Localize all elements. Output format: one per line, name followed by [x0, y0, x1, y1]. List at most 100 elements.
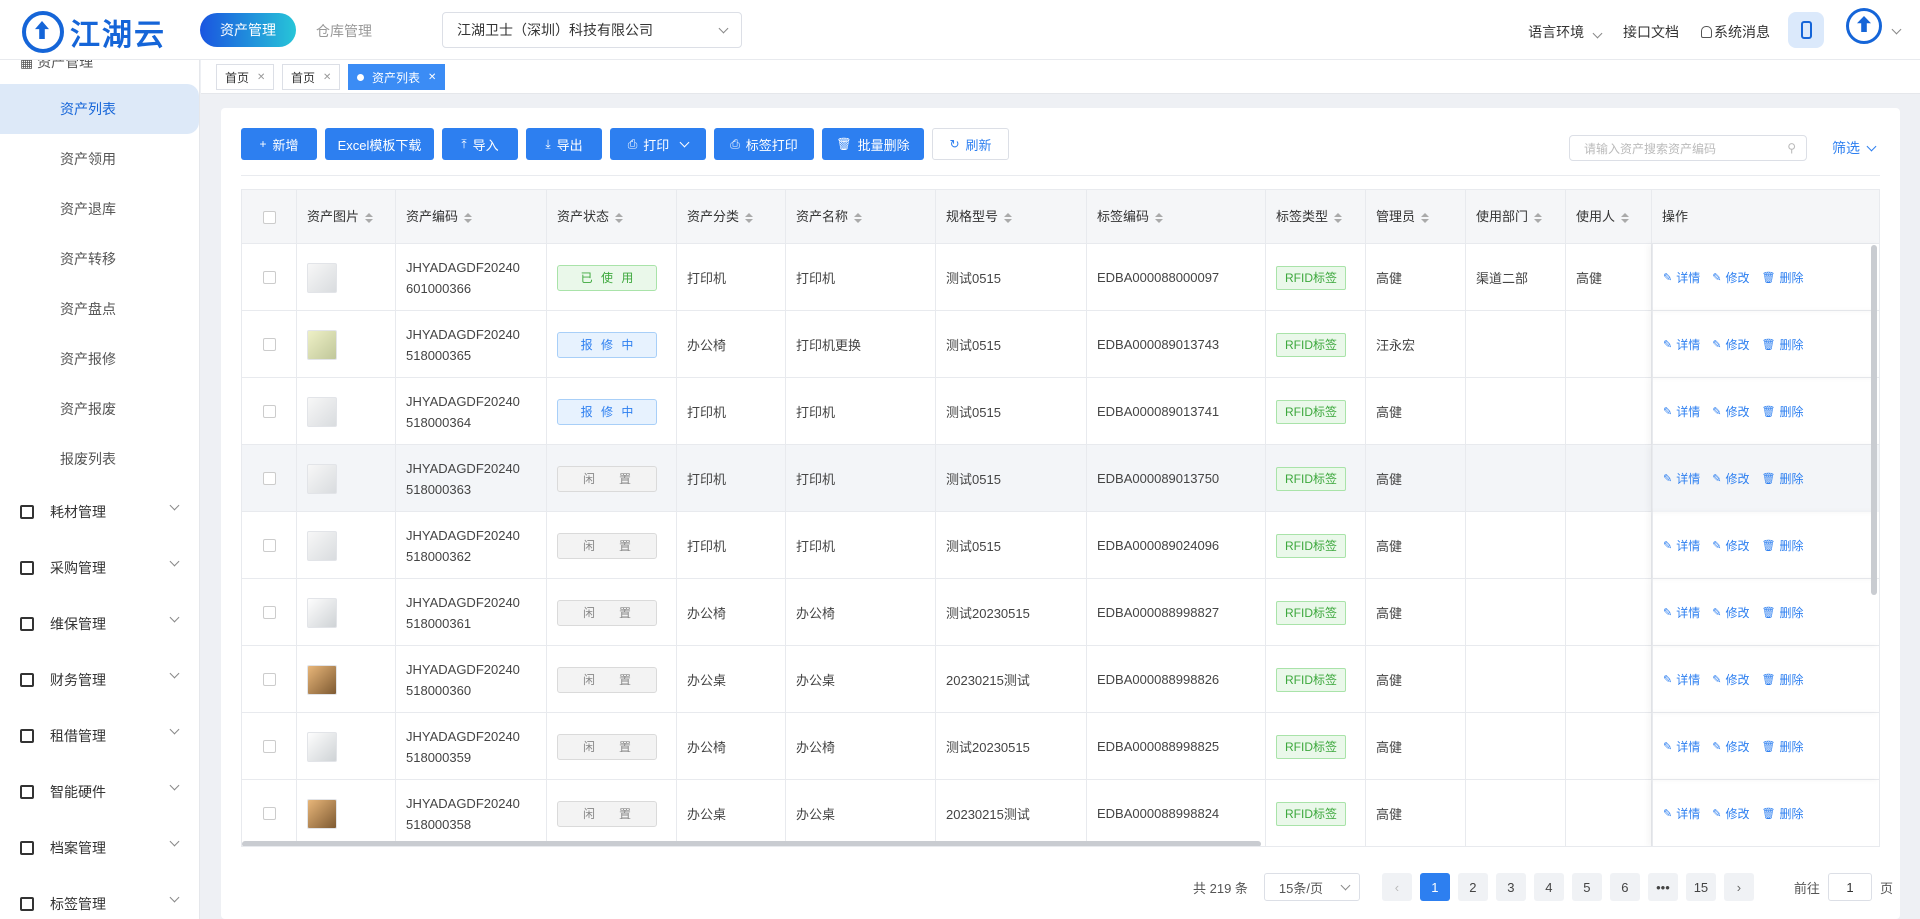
asset-thumbnail[interactable]	[307, 731, 337, 762]
sidebar-group-smart-hardware[interactable]: 智能硬件	[0, 764, 199, 820]
sidebar-item-asset-return[interactable]: 资产退库	[0, 184, 199, 234]
col-header-name[interactable]: 资产名称	[786, 190, 936, 244]
table-row[interactable]: JHYADAGDF20240 518000358 闲置 办公桌 办公桌 20230215…	[242, 780, 1879, 846]
next-page-button[interactable]: ›	[1723, 873, 1754, 901]
table-row[interactable]: JHYADAGDF20240 518000359 闲置 办公椅 办公椅 测试202305…	[242, 713, 1879, 780]
prev-page-button[interactable]: ‹	[1381, 873, 1412, 901]
edit-link[interactable]: ✎ 修改	[1712, 805, 1749, 822]
batch-delete-button[interactable]: 🗑 批量删除	[822, 128, 924, 160]
row-checkbox[interactable]	[262, 539, 276, 552]
detail-link[interactable]: ✎ 详情	[1663, 537, 1700, 554]
goto-page-input[interactable]: 1	[1827, 873, 1872, 901]
refresh-button[interactable]: ↻ 刷新	[932, 128, 1009, 160]
asset-thumbnail[interactable]	[307, 664, 337, 695]
sidebar-group-procurement[interactable]: 采购管理	[0, 540, 199, 596]
page-button-4[interactable]: 4	[1533, 873, 1564, 901]
table-row[interactable]: JHYADAGDF20240 518000363 闲置 打印机 打印机 测试0515 ED…	[242, 445, 1879, 512]
asset-thumbnail[interactable]	[307, 597, 337, 628]
search-input[interactable]: 请输入资产搜索资产编码 ⚲	[1569, 135, 1807, 161]
import-button[interactable]: ⤒ 导入	[442, 128, 518, 160]
edit-link[interactable]: ✎ 修改	[1712, 470, 1749, 487]
close-icon[interactable]: ✕	[428, 72, 436, 83]
sidebar-group-leasing[interactable]: 租借管理	[0, 708, 199, 764]
sidebar-item-asset-transfer[interactable]: 资产转移	[0, 234, 199, 284]
delete-link[interactable]: 🗑 删除	[1761, 403, 1803, 420]
asset-thumbnail[interactable]	[307, 463, 337, 494]
system-messages-link[interactable]: 系统消息	[1701, 22, 1770, 42]
api-docs-link[interactable]: 接口文档	[1623, 22, 1679, 42]
search-icon[interactable]: ⚲	[1787, 141, 1796, 155]
sort-icon[interactable]	[464, 212, 473, 223]
close-icon[interactable]: ✕	[257, 72, 265, 83]
detail-link[interactable]: ✎ 详情	[1663, 403, 1700, 420]
edit-link[interactable]: ✎ 修改	[1712, 269, 1749, 286]
col-header-tag-type[interactable]: 标签类型	[1266, 190, 1366, 244]
sidebar-item-scrap-list[interactable]: 报废列表	[0, 434, 199, 484]
print-dropdown-button[interactable]: ⎙ 打印	[610, 128, 706, 160]
row-checkbox[interactable]	[262, 606, 276, 619]
col-header-tag-code[interactable]: 标签编码	[1087, 190, 1266, 244]
edit-link[interactable]: ✎ 修改	[1712, 403, 1749, 420]
company-select[interactable]: 江湖卫士（深圳）科技有限公司	[442, 12, 742, 48]
page-button-15[interactable]: 15	[1685, 873, 1716, 901]
col-header-image[interactable]: 资产图片	[297, 190, 396, 244]
col-header-user[interactable]: 使用人	[1566, 190, 1652, 244]
add-button[interactable]: + 新增	[241, 128, 317, 160]
detail-link[interactable]: ✎ 详情	[1663, 470, 1700, 487]
sidebar-item-asset-inventory[interactable]: 资产盘点	[0, 284, 199, 334]
label-print-button[interactable]: ⎙ 标签打印	[714, 128, 814, 160]
sidebar-item-asset-list[interactable]: 资产列表	[0, 84, 199, 134]
row-checkbox[interactable]	[262, 807, 276, 820]
page-button-5[interactable]: 5	[1571, 873, 1602, 901]
tab-home-2[interactable]: 首页 ✕	[282, 64, 341, 90]
asset-thumbnail[interactable]	[307, 530, 337, 561]
tab-home[interactable]: 首页 ✕	[216, 64, 275, 90]
sidebar-item-asset-scrap[interactable]: 资产报废	[0, 384, 199, 434]
avatar[interactable]	[1846, 8, 1882, 44]
delete-link[interactable]: 🗑 删除	[1761, 537, 1803, 554]
delete-link[interactable]: 🗑 删除	[1761, 738, 1803, 755]
table-row[interactable]: JHYADAGDF20240 518000361 闲置 办公椅 办公椅 测试202305…	[242, 579, 1879, 646]
asset-thumbnail[interactable]	[307, 262, 337, 293]
export-button[interactable]: ⤓ 导出	[526, 128, 602, 160]
row-checkbox[interactable]	[262, 338, 276, 351]
col-header-status[interactable]: 资产状态	[547, 190, 677, 244]
page-button-3[interactable]: 3	[1495, 873, 1526, 901]
detail-link[interactable]: ✎ 详情	[1663, 604, 1700, 621]
asset-thumbnail[interactable]	[307, 798, 337, 829]
excel-template-download-button[interactable]: Excel模板下载	[325, 128, 434, 160]
page-button-2[interactable]: 2	[1457, 873, 1488, 901]
delete-link[interactable]: 🗑 删除	[1761, 269, 1803, 286]
close-icon[interactable]: ✕	[323, 72, 331, 83]
col-header-code[interactable]: 资产编码	[396, 190, 547, 244]
edit-link[interactable]: ✎ 修改	[1712, 336, 1749, 353]
delete-link[interactable]: 🗑 删除	[1761, 470, 1803, 487]
select-all-checkbox[interactable]	[262, 210, 276, 224]
detail-link[interactable]: ✎ 详情	[1663, 671, 1700, 688]
delete-link[interactable]: 🗑 删除	[1761, 336, 1803, 353]
sort-icon[interactable]	[745, 212, 754, 223]
logo[interactable]: 江湖云	[22, 10, 166, 54]
more-pages-button[interactable]: •••	[1647, 873, 1678, 901]
table-row[interactable]: JHYADAGDF20240 518000362 闲置 打印机 打印机 测试0515 ED…	[242, 512, 1879, 579]
sidebar-item-asset-requisition[interactable]: 资产领用	[0, 134, 199, 184]
edit-link[interactable]: ✎ 修改	[1712, 738, 1749, 755]
row-checkbox[interactable]	[262, 271, 276, 284]
sort-icon[interactable]	[1334, 212, 1343, 223]
col-header-admin[interactable]: 管理员	[1366, 190, 1466, 244]
nav-asset-management[interactable]: 资产管理	[200, 13, 296, 47]
sidebar-group-asset-management[interactable]: ▦ 资产管理	[20, 60, 93, 72]
row-checkbox[interactable]	[262, 472, 276, 485]
sort-icon[interactable]	[1004, 212, 1013, 223]
sidebar-group-maintenance[interactable]: 维保管理	[0, 596, 199, 652]
col-header-spec[interactable]: 规格型号	[936, 190, 1087, 244]
table-row[interactable]: JHYADAGDF20240 518000364 报修中 打印机 打印机 测试0515 E…	[242, 378, 1879, 445]
chevron-down-icon[interactable]	[1891, 24, 1902, 35]
page-button-6[interactable]: 6	[1609, 873, 1640, 901]
vertical-scrollbar[interactable]	[1871, 245, 1877, 595]
detail-link[interactable]: ✎ 详情	[1663, 269, 1700, 286]
table-row[interactable]: JHYADAGDF20240 518000360 闲置 办公桌 办公桌 20230215…	[242, 646, 1879, 713]
row-checkbox[interactable]	[262, 673, 276, 686]
row-checkbox[interactable]	[262, 740, 276, 753]
sidebar-group-finance[interactable]: 财务管理	[0, 652, 199, 708]
